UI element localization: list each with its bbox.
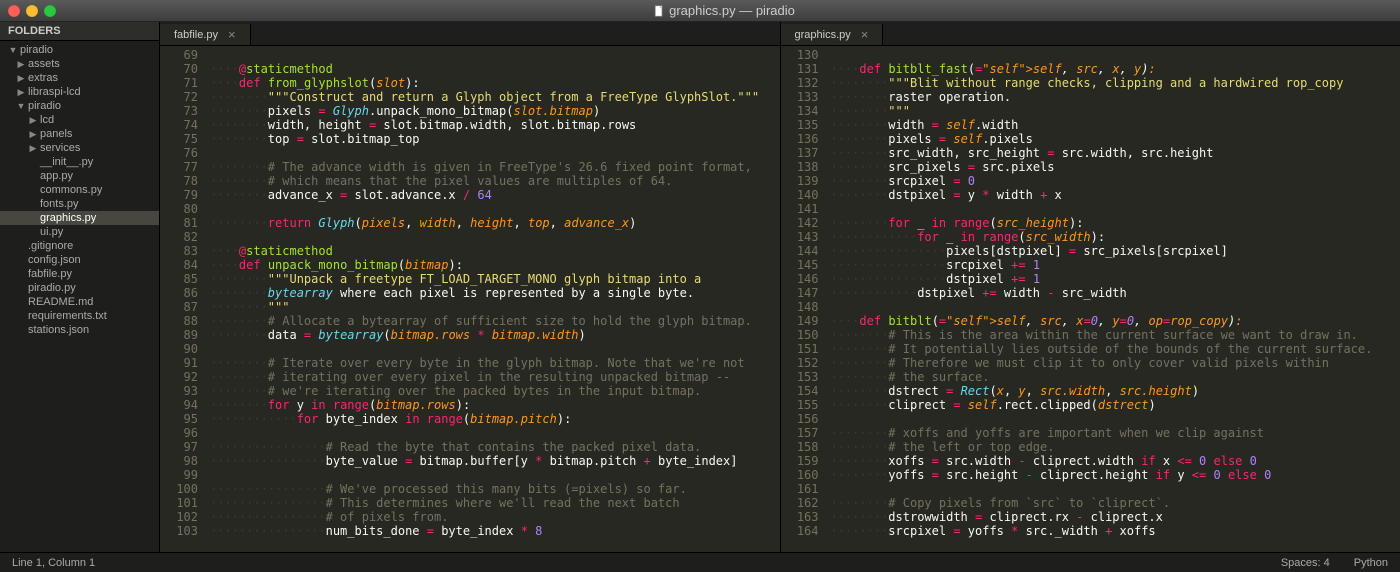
- sidebar-item-label: fabfile.py: [28, 268, 72, 280]
- sidebar-item-label: .gitignore: [28, 240, 73, 252]
- sidebar-item-label: extras: [28, 72, 58, 84]
- folder-tree[interactable]: ▼piradio▶assets▶extras▶libraspi-lcd▼pira…: [0, 41, 159, 552]
- sidebar-item-label: app.py: [40, 170, 73, 182]
- code-area[interactable]: ····@staticmethod····def from_glyphslot(…: [206, 46, 780, 552]
- sidebar-file[interactable]: config.json: [0, 253, 159, 267]
- gutter: 1301311321331341351361371381391401411421…: [781, 46, 827, 552]
- sidebar-file[interactable]: __init__.py: [0, 155, 159, 169]
- sidebar-header: FOLDERS: [0, 22, 159, 41]
- sidebar-item-label: piradio: [20, 44, 53, 56]
- sidebar-file[interactable]: ui.py: [0, 225, 159, 239]
- sidebar-item-label: ui.py: [40, 226, 63, 238]
- sidebar-file[interactable]: graphics.py: [0, 211, 159, 225]
- tab-bar: graphics.py ×: [781, 22, 1400, 46]
- close-icon[interactable]: ×: [861, 28, 869, 41]
- close-icon[interactable]: [8, 5, 20, 17]
- sidebar-folder[interactable]: ▶libraspi-lcd: [0, 85, 159, 99]
- sidebar: FOLDERS ▼piradio▶assets▶extras▶libraspi-…: [0, 22, 160, 552]
- status-language[interactable]: Python: [1354, 557, 1388, 569]
- sidebar-item-label: piradio: [28, 100, 61, 112]
- code-editor[interactable]: 6970717273747576777879808182838485868788…: [160, 46, 780, 552]
- sidebar-item-label: fonts.py: [40, 198, 79, 210]
- sidebar-file[interactable]: app.py: [0, 169, 159, 183]
- sidebar-file[interactable]: piradio.py: [0, 281, 159, 295]
- maximize-icon[interactable]: [44, 5, 56, 17]
- minimize-icon[interactable]: [26, 5, 38, 17]
- status-position: Line 1, Column 1: [12, 557, 95, 569]
- sidebar-item-label: panels: [40, 128, 72, 140]
- sidebar-file[interactable]: .gitignore: [0, 239, 159, 253]
- sidebar-item-label: services: [40, 142, 80, 154]
- tab-bar: fabfile.py ×: [160, 22, 780, 46]
- sidebar-folder[interactable]: ▶assets: [0, 57, 159, 71]
- tab[interactable]: fabfile.py ×: [160, 24, 251, 45]
- sidebar-file[interactable]: fonts.py: [0, 197, 159, 211]
- sidebar-item-label: lcd: [40, 114, 54, 126]
- tab[interactable]: graphics.py ×: [781, 24, 884, 45]
- sidebar-file[interactable]: requirements.txt: [0, 309, 159, 323]
- editor-pane: fabfile.py × 69707172737475767778798081828…: [160, 22, 781, 552]
- sidebar-item-label: config.json: [28, 254, 81, 266]
- editor-panes: fabfile.py × 69707172737475767778798081828…: [160, 22, 1400, 552]
- sidebar-folder[interactable]: ▼piradio: [0, 99, 159, 113]
- sidebar-item-label: piradio.py: [28, 282, 76, 294]
- window-controls: [8, 5, 56, 17]
- editor-pane: graphics.py × 1301311321331341351361371381…: [781, 22, 1400, 552]
- tab-label: fabfile.py: [174, 29, 218, 41]
- sidebar-item-label: __init__.py: [40, 156, 93, 168]
- sidebar-file[interactable]: stations.json: [0, 323, 159, 337]
- sidebar-item-label: stations.json: [28, 324, 89, 336]
- window-title: graphics.py — piradio: [669, 3, 795, 18]
- status-bar: Line 1, Column 1 Spaces: 4 Python: [0, 552, 1400, 572]
- sidebar-item-label: assets: [28, 58, 60, 70]
- sidebar-folder[interactable]: ▼piradio: [0, 43, 159, 57]
- titlebar: graphics.py — piradio: [0, 0, 1400, 22]
- code-area[interactable]: ····def bitblt_fast(="self">self, src, x…: [827, 46, 1400, 552]
- tab-label: graphics.py: [795, 29, 851, 41]
- sidebar-folder[interactable]: ▶lcd: [0, 113, 159, 127]
- close-icon[interactable]: ×: [228, 28, 236, 41]
- sidebar-item-label: libraspi-lcd: [28, 86, 81, 98]
- gutter: 6970717273747576777879808182838485868788…: [160, 46, 206, 552]
- sidebar-item-label: commons.py: [40, 184, 102, 196]
- sidebar-file[interactable]: README.md: [0, 295, 159, 309]
- sidebar-item-label: graphics.py: [40, 212, 96, 224]
- sidebar-item-label: README.md: [28, 296, 93, 308]
- sidebar-file[interactable]: fabfile.py: [0, 267, 159, 281]
- sidebar-file[interactable]: commons.py: [0, 183, 159, 197]
- file-icon: [653, 5, 665, 17]
- sidebar-folder[interactable]: ▶extras: [0, 71, 159, 85]
- code-editor[interactable]: 1301311321331341351361371381391401411421…: [781, 46, 1400, 552]
- status-indentation[interactable]: Spaces: 4: [1281, 557, 1330, 569]
- sidebar-item-label: requirements.txt: [28, 310, 107, 322]
- sidebar-folder[interactable]: ▶panels: [0, 127, 159, 141]
- sidebar-folder[interactable]: ▶services: [0, 141, 159, 155]
